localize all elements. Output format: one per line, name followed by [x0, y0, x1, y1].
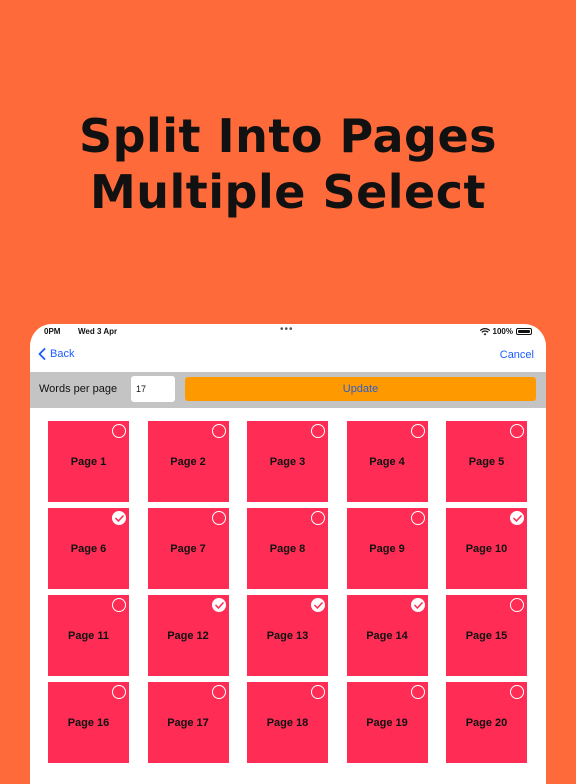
page-tile[interactable]: Page 20: [446, 682, 527, 763]
page-label: Page 19: [366, 716, 408, 729]
page-tile[interactable]: Page 18: [247, 682, 328, 763]
page-tile[interactable]: Page 15: [446, 595, 527, 676]
page-tile[interactable]: Page 7: [147, 508, 229, 589]
page-tile[interactable]: Page 10: [446, 508, 527, 589]
page-label: Page 13: [266, 629, 309, 642]
page-tile[interactable]: Page 16: [48, 682, 129, 763]
update-button[interactable]: Update: [185, 377, 536, 401]
battery-icon: [516, 328, 532, 335]
cancel-button[interactable]: Cancel: [500, 349, 534, 361]
promo-title-line2: Multiple Select: [89, 165, 486, 219]
chevron-left-icon: [38, 348, 46, 360]
status-time: 0PM: [44, 327, 61, 336]
empty-circle-icon[interactable]: [211, 511, 226, 525]
checkmark-circle-icon[interactable]: [510, 511, 524, 525]
page-label: Page 11: [68, 629, 109, 642]
back-label: Back: [50, 348, 75, 360]
page-label: Page 14: [366, 629, 408, 642]
toolbar: Words per page Update: [30, 372, 546, 408]
empty-circle-icon[interactable]: [311, 511, 325, 525]
page-label: Page 17: [167, 716, 209, 729]
empty-circle-icon[interactable]: [112, 424, 126, 438]
page-tile[interactable]: Page 2: [147, 421, 229, 502]
promo-title: Split Into Pages Multiple Select: [0, 108, 576, 220]
promo-title-line1: Split Into Pages: [78, 109, 498, 163]
empty-circle-icon[interactable]: [510, 598, 524, 612]
wifi-icon: [479, 327, 490, 335]
page-tile[interactable]: Page 13: [247, 595, 328, 676]
words-per-page-label: Words per page: [39, 383, 118, 395]
page-label: Page 7: [170, 542, 206, 555]
status-bar: 0PM Wed 3 Apr ••• 100%: [30, 324, 546, 340]
page-label: Page 20: [465, 716, 508, 729]
page-label: Page 16: [67, 716, 110, 729]
page-label: Page 15: [465, 629, 508, 642]
page-label: Page 6: [70, 542, 107, 555]
page-label: Page 8: [269, 542, 306, 555]
empty-circle-icon[interactable]: [112, 685, 126, 699]
empty-circle-icon[interactable]: [112, 598, 126, 612]
checkmark-circle-icon[interactable]: [311, 598, 325, 612]
page-tile[interactable]: Page 5: [446, 421, 527, 502]
page-tile[interactable]: Page 6: [48, 508, 129, 589]
page-tile[interactable]: Page 8: [247, 508, 328, 589]
empty-circle-icon[interactable]: [311, 685, 325, 699]
page-label: Page 5: [468, 455, 505, 468]
device-screen: 0PM Wed 3 Apr ••• 100% Back Cancel Words…: [30, 324, 546, 784]
empty-circle-icon[interactable]: [410, 424, 425, 438]
page-tile[interactable]: Page 11: [48, 595, 129, 676]
page-label: Page 4: [369, 455, 405, 468]
page-tile[interactable]: Page 12: [147, 595, 229, 676]
page-tile[interactable]: Page 9: [346, 508, 428, 589]
page-tile[interactable]: Page 3: [247, 421, 328, 502]
empty-circle-icon[interactable]: [211, 685, 226, 699]
back-button[interactable]: Back: [38, 348, 74, 360]
page-label: Page 12: [167, 629, 209, 642]
multitasking-dots[interactable]: •••: [280, 324, 294, 335]
page-label: Page 1: [70, 455, 107, 468]
page-tile[interactable]: Page 17: [147, 682, 229, 763]
page-tile[interactable]: Page 4: [346, 421, 428, 502]
words-per-page-input[interactable]: [131, 376, 175, 402]
empty-circle-icon[interactable]: [410, 685, 425, 699]
empty-circle-icon[interactable]: [410, 511, 425, 525]
page-label: Page 2: [170, 455, 206, 468]
checkmark-circle-icon[interactable]: [112, 511, 126, 525]
empty-circle-icon[interactable]: [510, 424, 524, 438]
page-grid: Page 1 Page 2 Page 3 Page 4 Page 5 Page 6 Page…: [48, 421, 527, 763]
empty-circle-icon[interactable]: [311, 424, 325, 438]
checkmark-circle-icon[interactable]: [211, 598, 226, 612]
page-label: Page 9: [369, 542, 405, 555]
page-tile[interactable]: Page 14: [346, 595, 428, 676]
empty-circle-icon[interactable]: [510, 685, 524, 699]
empty-circle-icon[interactable]: [211, 424, 226, 438]
status-date: Wed 3 Apr: [78, 327, 118, 336]
page-label: Page 18: [266, 716, 309, 729]
status-right: 100%: [479, 327, 532, 336]
battery-percent: 100%: [492, 327, 513, 336]
page-label: Page 10: [465, 542, 508, 555]
page-tile[interactable]: Page 19: [346, 682, 428, 763]
nav-bar: Back Cancel: [30, 340, 546, 372]
page-tile[interactable]: Page 1: [48, 421, 129, 502]
checkmark-circle-icon[interactable]: [410, 598, 425, 612]
page-label: Page 3: [269, 455, 306, 468]
